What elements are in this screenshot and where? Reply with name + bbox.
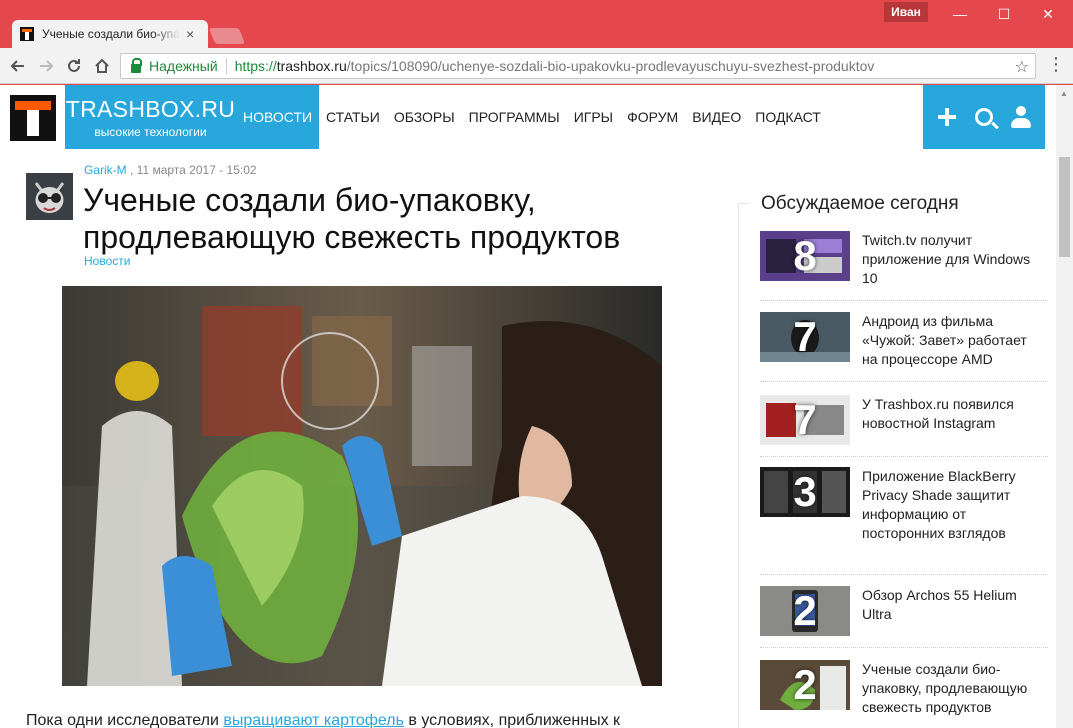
- scroll-up-icon[interactable]: ▲: [1060, 89, 1068, 98]
- author-avatar[interactable]: [26, 173, 73, 220]
- reload-button[interactable]: [62, 54, 86, 78]
- brand-name: TRASHBOX.RU: [65, 96, 236, 122]
- article-hero-image: [62, 286, 662, 686]
- article-date: , 11 марта 2017 - 15:02: [126, 163, 257, 177]
- nav-item-articles[interactable]: СТАТЬИ: [319, 85, 387, 149]
- trending-rank: 8: [793, 232, 817, 279]
- trending-thumbnail[interactable]: 3: [760, 467, 850, 517]
- trending-title[interactable]: Ученые создали био-упаковку, продлевающу…: [862, 660, 1046, 717]
- site-header: TRASHBOX.RU высокие технологии НОВОСТИ С…: [0, 85, 1056, 149]
- arrow-left-icon: [10, 60, 24, 72]
- nav-item-programs[interactable]: ПРОГРАММЫ: [462, 85, 567, 149]
- new-tab-button[interactable]: [208, 28, 246, 44]
- home-icon: [95, 58, 109, 73]
- article-body-end: в условиях, приближенных к: [403, 712, 621, 728]
- trending-rank: 2: [793, 661, 817, 708]
- trending-title[interactable]: Twitch.tv получит приложение для Windows…: [862, 231, 1046, 288]
- minimize-button[interactable]: —: [940, 4, 980, 24]
- back-button[interactable]: [6, 54, 30, 78]
- nav-item-forum[interactable]: ФОРУМ: [620, 85, 685, 149]
- arrow-right-icon: [40, 60, 54, 72]
- browser-toolbar: Надежный https:// trashbox.ru /topics/10…: [0, 48, 1073, 84]
- author-link[interactable]: Garik-M: [84, 163, 127, 177]
- address-divider: [225, 58, 227, 74]
- nav-item-reviews[interactable]: ОБЗОРЫ: [387, 85, 462, 149]
- lock-icon[interactable]: [131, 57, 142, 73]
- secure-label[interactable]: Надежный: [149, 58, 218, 74]
- trending-title[interactable]: У Trashbox.ru появился новостной Instagr…: [862, 395, 1046, 433]
- category-link[interactable]: Новости: [84, 254, 130, 268]
- forward-button[interactable]: [34, 54, 58, 78]
- trending-title[interactable]: Обзор Archos 55 Helium Ultra: [862, 586, 1046, 624]
- nav-item-video[interactable]: ВИДЕО: [685, 85, 748, 149]
- trending-title[interactable]: Приложение BlackBerry Privacy Shade защи…: [862, 467, 1046, 543]
- sidebar-frame-top: [738, 203, 750, 204]
- article-body: Пока одни исследователи выращивают карто…: [26, 712, 706, 728]
- address-bar[interactable]: Надежный https:// trashbox.ru /topics/10…: [120, 53, 1036, 79]
- page-viewport: TRASHBOX.RU высокие технологии НОВОСТИ С…: [0, 85, 1073, 728]
- plus-icon[interactable]: [934, 104, 960, 130]
- trashbox-logo-icon[interactable]: [10, 95, 56, 141]
- trending-item[interactable]: 8 Twitch.tv получит приложение для Windo…: [760, 231, 1048, 301]
- article-title: Ученые создали био-упаковку, продлевающу…: [83, 182, 621, 255]
- kebab-menu-icon[interactable]: ⋮: [1046, 54, 1066, 75]
- header-actions: [923, 85, 1045, 149]
- trending-item[interactable]: 2 Обзор Archos 55 Helium Ultra: [760, 586, 1048, 648]
- tab-title: Ученые создали био-упа: [42, 27, 180, 41]
- close-window-button[interactable]: ✕: [1028, 4, 1068, 24]
- brand-block[interactable]: TRASHBOX.RU высокие технологии: [65, 85, 236, 149]
- tab-close-icon[interactable]: ×: [186, 26, 194, 42]
- trending-item[interactable]: 3 Приложение BlackBerry Privacy Shade за…: [760, 467, 1048, 575]
- maximize-button[interactable]: ☐: [984, 4, 1024, 24]
- browser-titlebar: Ученые создали био-упа × Иван — ☐ ✕: [0, 0, 1073, 48]
- trending-rank: 7: [793, 313, 817, 360]
- url-scheme: https://: [234, 58, 277, 74]
- page-scrollbar[interactable]: ▲: [1056, 85, 1073, 728]
- trashbox-favicon-icon: [20, 27, 34, 41]
- brand-tagline: высокие технологии: [94, 125, 207, 139]
- url-path: /topics/108090/uchenye-sozdali-bio-upako…: [346, 58, 875, 74]
- trending-rank: 2: [793, 587, 817, 634]
- url-host: trashbox.ru: [276, 58, 347, 74]
- search-icon[interactable]: [971, 104, 997, 130]
- trending-item[interactable]: 2 Ученые создали био-упаковку, продлеваю…: [760, 660, 1048, 728]
- trending-thumbnail[interactable]: 2: [760, 586, 850, 636]
- trending-thumbnail[interactable]: 2: [760, 660, 850, 710]
- sidebar-title: Обсуждаемое сегодня: [759, 193, 961, 215]
- star-icon[interactable]: ☆: [1015, 57, 1029, 77]
- article-body-start: Пока одни исследователи: [26, 712, 224, 728]
- profile-chip[interactable]: Иван: [884, 2, 928, 22]
- article-meta: Garik-M , 11 марта 2017 - 15:02: [84, 163, 257, 177]
- browser-tab-active[interactable]: Ученые создали био-упа ×: [12, 20, 208, 48]
- home-button[interactable]: [90, 54, 114, 78]
- trending-rank: 7: [793, 396, 817, 443]
- scrollbar-thumb[interactable]: [1059, 157, 1070, 257]
- user-icon[interactable]: [1008, 104, 1034, 130]
- trending-thumbnail[interactable]: 7: [760, 395, 850, 445]
- nav-item-podcast[interactable]: ПОДКАСТ: [748, 85, 828, 149]
- trending-item[interactable]: 7 Андроид из фильма «Чужой: Завет» работ…: [760, 312, 1048, 382]
- trending-thumbnail[interactable]: 8: [760, 231, 850, 281]
- trending-title[interactable]: Андроид из фильма «Чужой: Завет» работае…: [862, 312, 1046, 369]
- article-body-link[interactable]: выращивают картофель: [223, 712, 404, 728]
- trending-rank: 3: [793, 468, 817, 515]
- sidebar-frame: [738, 203, 739, 728]
- trending-thumbnail[interactable]: 7: [760, 312, 850, 362]
- nav-item-games[interactable]: ИГРЫ: [567, 85, 620, 149]
- reload-icon: [68, 59, 80, 72]
- nav-item-news[interactable]: НОВОСТИ: [236, 85, 320, 149]
- main-nav: НОВОСТИ СТАТЬИ ОБЗОРЫ ПРОГРАММЫ ИГРЫ ФОР…: [236, 85, 828, 149]
- trending-item[interactable]: 7 У Trashbox.ru появился новостной Insta…: [760, 395, 1048, 457]
